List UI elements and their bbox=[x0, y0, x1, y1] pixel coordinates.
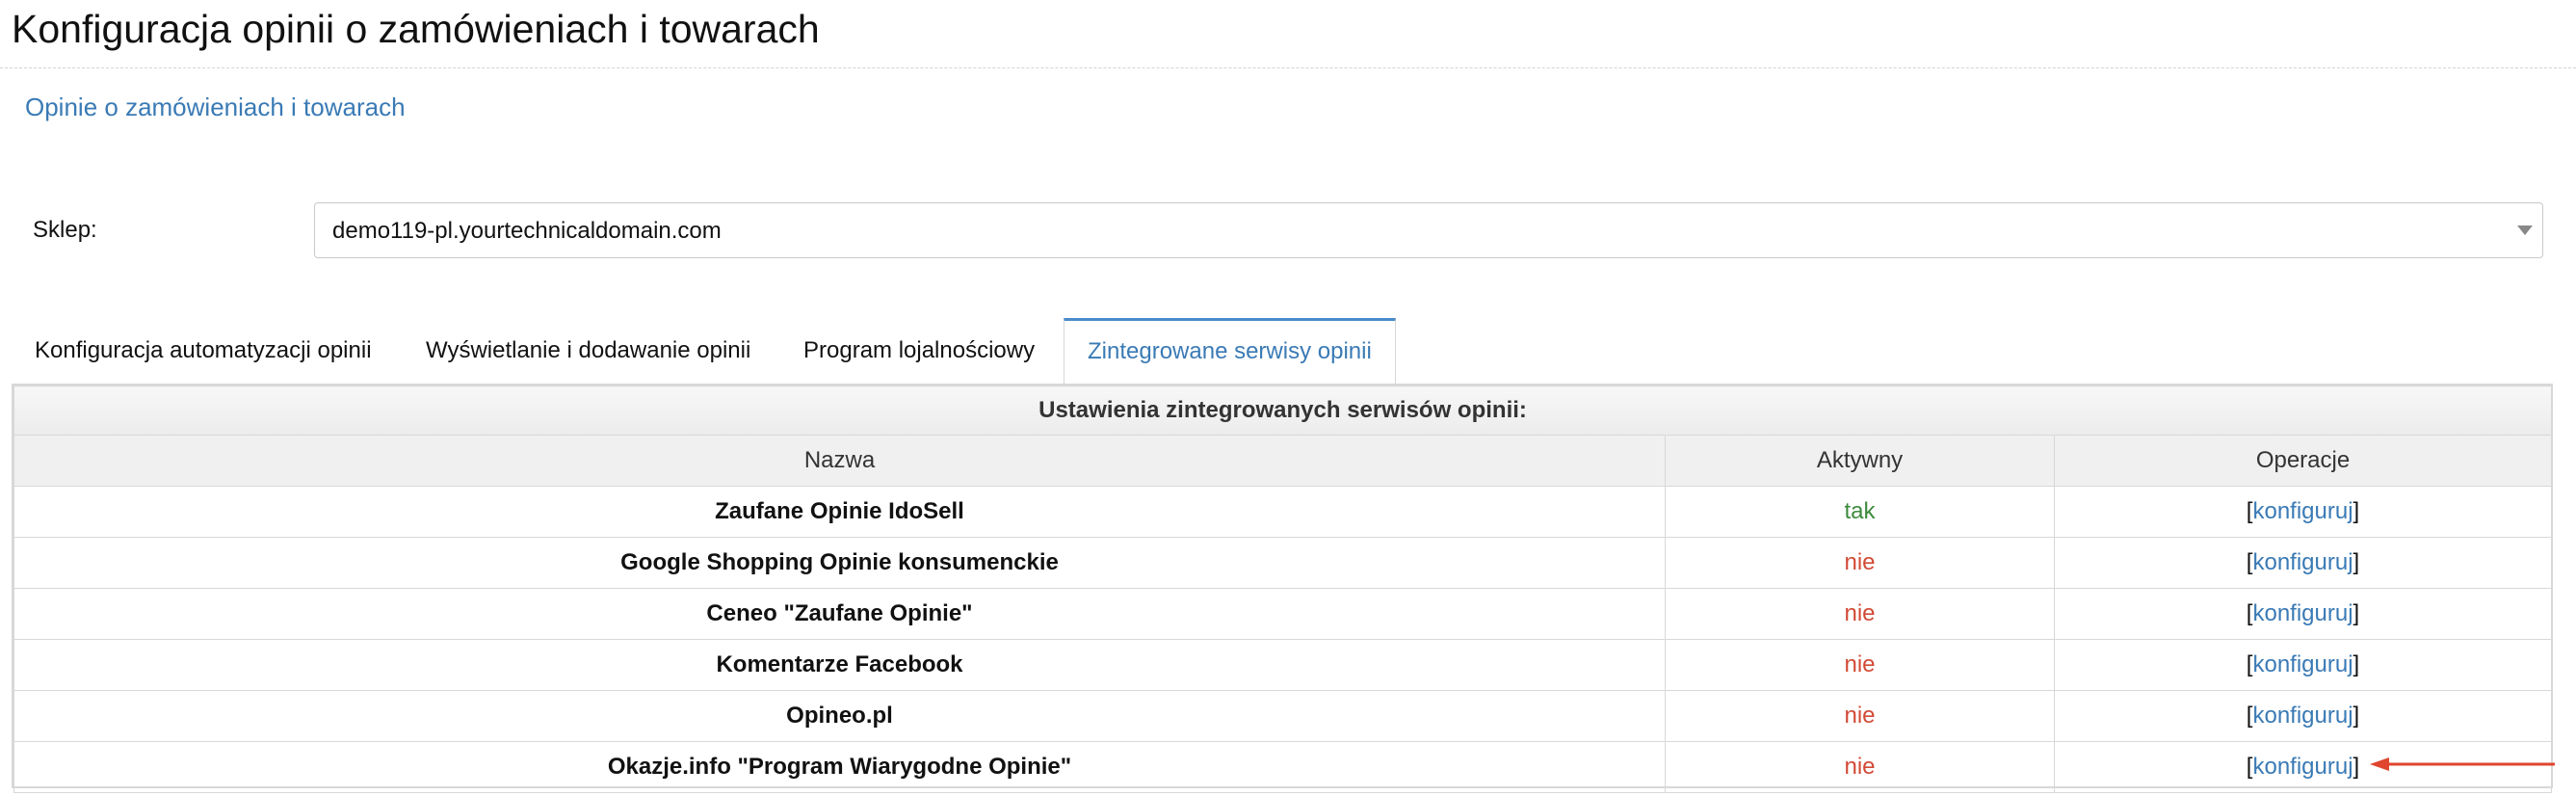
operations-cell: [konfiguruj] bbox=[2053, 639, 2553, 691]
operations-cell: [konfiguruj] bbox=[2053, 588, 2553, 640]
status-inactive: nie bbox=[1844, 549, 1876, 575]
tab-display-adding[interactable]: Wyświetlanie i dodawanie opinii bbox=[403, 318, 774, 384]
service-name: Ceneo "Zaufane Opinie" bbox=[13, 588, 1666, 640]
tab-bar: Konfiguracja automatyzacji opinii Wyświe… bbox=[12, 318, 2555, 385]
service-name: Komentarze Facebook bbox=[13, 639, 1666, 691]
services-table-container: Ustawienia zintegrowanych serwisów opini… bbox=[12, 384, 2553, 793]
service-active-cell: nie bbox=[1665, 588, 2055, 640]
tab-automation-config[interactable]: Konfiguracja automatyzacji opinii bbox=[12, 318, 395, 384]
service-name: Google Shopping Opinie konsumenckie bbox=[13, 537, 1666, 589]
service-active-cell: tak bbox=[1665, 486, 2055, 538]
configure-link[interactable]: konfiguruj bbox=[2252, 498, 2353, 524]
column-header-operations: Operacje bbox=[2053, 435, 2553, 487]
configure-link[interactable]: konfiguruj bbox=[2252, 703, 2353, 729]
operations-cell: [konfiguruj] bbox=[2053, 486, 2553, 538]
table-row: Ceneo "Zaufane Opinie" nie [konfiguruj] bbox=[13, 588, 2553, 640]
page-title: Konfiguracja opinii o zamówieniach i tow… bbox=[12, 7, 820, 51]
configure-link[interactable]: konfiguruj bbox=[2252, 549, 2353, 575]
table-row: Opineo.pl nie [konfiguruj] bbox=[13, 690, 2553, 742]
status-inactive: nie bbox=[1844, 600, 1876, 626]
breadcrumb-link[interactable]: Opinie o zamówieniach i towarach bbox=[25, 91, 406, 123]
title-divider bbox=[0, 67, 2576, 68]
configure-link[interactable]: konfiguruj bbox=[2252, 651, 2353, 677]
table-row: Zaufane Opinie IdoSell tak [konfiguruj] bbox=[13, 486, 2553, 538]
status-active: tak bbox=[1844, 498, 1876, 524]
service-active-cell: nie bbox=[1665, 537, 2055, 589]
column-header-name: Nazwa bbox=[13, 435, 1666, 487]
table-row: Komentarze Facebook nie [konfiguruj] bbox=[13, 639, 2553, 691]
operations-cell: [konfiguruj] bbox=[2053, 537, 2553, 589]
service-name: Okazje.info "Program Wiarygodne Opinie" bbox=[13, 741, 1666, 793]
table-caption: Ustawienia zintegrowanych serwisów opini… bbox=[13, 385, 2553, 436]
tab-loyalty-program[interactable]: Program lojalnościowy bbox=[780, 318, 1058, 384]
table-row: Okazje.info "Program Wiarygodne Opinie" … bbox=[13, 741, 2553, 793]
tab-integrated-services[interactable]: Zintegrowane serwisy opinii bbox=[1064, 318, 1396, 385]
table-row: Google Shopping Opinie konsumenckie nie … bbox=[13, 537, 2553, 589]
service-active-cell: nie bbox=[1665, 741, 2055, 793]
service-name: Opineo.pl bbox=[13, 690, 1666, 742]
shop-select-value: demo119-pl.yourtechnicaldomain.com bbox=[332, 218, 722, 244]
service-active-cell: nie bbox=[1665, 639, 2055, 691]
shop-select[interactable]: demo119-pl.yourtechnicaldomain.com bbox=[314, 202, 2543, 258]
shop-label: Sklep: bbox=[33, 217, 97, 243]
operations-cell: [konfiguruj] bbox=[2053, 690, 2553, 742]
status-inactive: nie bbox=[1844, 703, 1876, 729]
status-inactive: nie bbox=[1844, 651, 1876, 677]
chevron-down-icon[interactable] bbox=[2517, 226, 2533, 235]
status-inactive: nie bbox=[1844, 754, 1876, 780]
configure-link[interactable]: konfiguruj bbox=[2252, 600, 2353, 626]
service-name: Zaufane Opinie IdoSell bbox=[13, 486, 1666, 538]
configure-link[interactable]: konfiguruj bbox=[2252, 754, 2353, 780]
annotation-arrow-icon bbox=[2370, 757, 2555, 771]
services-table: Ustawienia zintegrowanych serwisów opini… bbox=[13, 385, 2553, 793]
column-header-active: Aktywny bbox=[1665, 435, 2055, 487]
service-active-cell: nie bbox=[1665, 690, 2055, 742]
